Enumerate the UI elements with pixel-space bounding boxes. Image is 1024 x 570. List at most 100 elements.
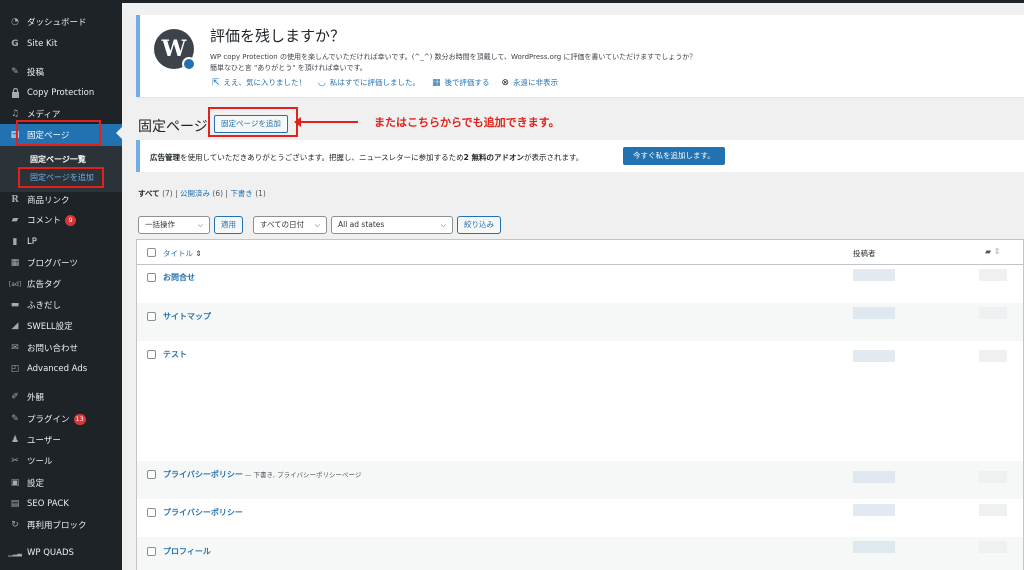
users-icon: ♟ (10, 435, 20, 445)
reusable-block-icon: ↻ (11, 520, 19, 530)
highlight-box-add-new (18, 167, 104, 188)
wordpress-logo-icon: W (154, 29, 196, 71)
wp-quads-icon: ▁▂▃ (8, 549, 22, 557)
smile-icon: ◡ (318, 77, 326, 88)
menu-reusable-blocks[interactable]: ↻ 再利用ブロック (0, 515, 122, 535)
menu-appearance[interactable]: ✐ 外観 (0, 387, 122, 407)
author-avatar-blurred (853, 350, 895, 362)
author-avatar-blurred (853, 504, 895, 516)
table-row: サイトマップ (137, 303, 1023, 341)
comment-count-blurred (979, 307, 1007, 319)
row-title[interactable]: テスト (163, 349, 187, 360)
row-title[interactable]: プライバシーポリシー — 下書き, プライバシーポリシーページ (163, 469, 361, 480)
menu-settings[interactable]: ▣ 設定 (0, 473, 122, 493)
date-filter-select[interactable]: すべての日付 ⌵ (253, 216, 327, 234)
table-row: プライバシーポリシー (137, 499, 1023, 537)
author-avatar-blurred (853, 471, 895, 483)
menu-dashboard[interactable]: ◔ ダッシュボード (0, 12, 122, 32)
annotation-text: またはこちらからでも追加できます。 (374, 116, 560, 129)
menu-swell-settings[interactable]: ◢ SWELL設定 (0, 316, 122, 336)
row-checkbox[interactable] (147, 547, 156, 556)
menu-seo-pack[interactable]: ▤ SEO PACK (0, 494, 122, 514)
author-avatar-blurred (853, 269, 895, 281)
bulk-actions-select[interactable]: 一括操作 ⌵ (138, 216, 210, 234)
comment-count-blurred (979, 269, 1007, 281)
external-link-icon: ⇱ (212, 77, 220, 88)
menu-blog-parts[interactable]: ▦ ブログパーツ (0, 253, 122, 273)
plugin-icon: ✎ (11, 414, 19, 424)
menu-contact[interactable]: ✉ お問い合わせ (0, 338, 122, 358)
menu-copy-protection[interactable]: Copy Protection (0, 83, 122, 103)
menu-wp-quads[interactable]: ▁▂▃ WP QUADS (0, 543, 122, 563)
menu-posts[interactable]: ✎ 投稿 (0, 62, 122, 82)
submenu-all-pages[interactable]: 固定ページ一覧 (30, 154, 86, 165)
menu-product-link[interactable]: R 商品リンク (0, 190, 122, 210)
dashboard-icon: ◔ (11, 17, 19, 27)
action-hide-forever[interactable]: ⊗ 永遠に非表示 (502, 77, 559, 88)
notice-line-1: WP copy Protection の使用を楽しんでいただければ幸いです。(^… (210, 53, 697, 61)
page-title: 固定ページ (138, 119, 208, 135)
notice-actions: ⇱ ええ、気に入りました！ ◡ 私はすでに評価しました。 ▦ 後で評価する ⊗ … (212, 77, 558, 88)
swell-icon: ◢ (11, 321, 19, 331)
menu-advanced-ads[interactable]: ◰ Advanced Ads (0, 359, 122, 379)
filter-button[interactable]: 絞り込み (457, 216, 501, 234)
annotation-arrow (294, 117, 358, 127)
highlight-box-pages-menu (16, 120, 101, 146)
admin-sidebar: ◔ ダッシュボード G Site Kit ✎ 投稿 Copy Protectio… (0, 0, 1024, 570)
row-title[interactable]: プロフィール (163, 546, 211, 557)
lp-icon: ▮ (12, 237, 18, 247)
notice-line-2: 簡単なひと言 "ありがとう" を頂ければ幸いです。 (210, 64, 367, 72)
author-avatar-blurred (853, 307, 895, 319)
pages-table: タイトル ⇕ 投稿者 ▰ ⇕ お問合せ サイトマップ テスト プライバシーポリシ… (136, 239, 1024, 570)
action-rate-later[interactable]: ▦ 後で評価する (432, 77, 490, 88)
menu-balloon[interactable]: ▬ ふきだし (0, 295, 122, 315)
menu-users[interactable]: ♟ ユーザー (0, 430, 122, 450)
product-link-icon: R (11, 195, 19, 205)
view-drafts[interactable]: 下書き (230, 189, 253, 198)
select-all-checkbox[interactable] (147, 248, 156, 257)
title-column-header[interactable]: タイトル ⇕ (163, 248, 202, 259)
row-checkbox[interactable] (147, 508, 156, 517)
seo-pack-icon: ▤ (10, 499, 20, 509)
row-checkbox[interactable] (147, 470, 156, 479)
table-row: テスト (137, 341, 1023, 461)
row-checkbox[interactable] (147, 350, 156, 359)
comment-count-blurred (979, 504, 1007, 516)
balloon-icon: ▬ (10, 300, 20, 310)
apply-button[interactable]: 適用 (214, 216, 243, 234)
notice-title: 評価を残しますか？ (210, 27, 346, 45)
comment-count-blurred (979, 541, 1007, 553)
comment-count-blurred (979, 471, 1007, 483)
menu-ad-tag[interactable]: [ad] 広告タグ (0, 274, 122, 294)
dismiss-icon: ⊗ (501, 77, 510, 88)
row-checkbox[interactable] (147, 312, 156, 321)
action-love-it[interactable]: ⇱ ええ、気に入りました！ (212, 77, 306, 88)
blog-parts-icon: ▦ (10, 258, 20, 268)
media-icon: ♫ (10, 109, 20, 119)
menu-site-kit[interactable]: G Site Kit (0, 34, 122, 54)
row-checkbox[interactable] (147, 273, 156, 282)
menu-tools[interactable]: ✂ ツール (0, 451, 122, 471)
tablenav-filters: 一括操作 ⌵ 適用 すべての日付 ⌵ All ad states ⌵ 絞り込み (138, 216, 501, 234)
settings-icon: ▣ (10, 478, 20, 488)
row-title[interactable]: サイトマップ (163, 311, 211, 322)
table-row: プロフィール (137, 537, 1023, 570)
advanced-ads-icon: ◰ (10, 364, 20, 374)
view-all[interactable]: すべて (138, 189, 160, 198)
view-published[interactable]: 公開済み (180, 189, 210, 198)
author-avatar-blurred (853, 541, 895, 553)
menu-comments[interactable]: ▰ コメント 9 (0, 210, 122, 230)
lock-badge-icon (182, 57, 196, 71)
menu-plugins[interactable]: ✎ プラグイン 13 (0, 409, 122, 429)
action-already-rated[interactable]: ◡ 私はすでに評価しました。 (318, 77, 420, 88)
author-column-header: 投稿者 (853, 249, 876, 258)
row-title[interactable]: プライバシーポリシー (163, 507, 243, 518)
comment-column-icon[interactable]: ▰ ⇕ (985, 247, 1000, 256)
review-notice: W 評価を残しますか？ WP copy Protection の使用を楽しんでい… (136, 15, 1024, 97)
menu-lp[interactable]: ▮ LP (0, 232, 122, 252)
row-title[interactable]: お問合せ (163, 272, 195, 283)
site-kit-icon: G (11, 39, 19, 49)
ad-state-select[interactable]: All ad states ⌵ (331, 216, 453, 234)
subscribe-button[interactable]: 今すぐ私を追加します。 (623, 147, 725, 165)
highlight-box-add-button (208, 107, 298, 137)
